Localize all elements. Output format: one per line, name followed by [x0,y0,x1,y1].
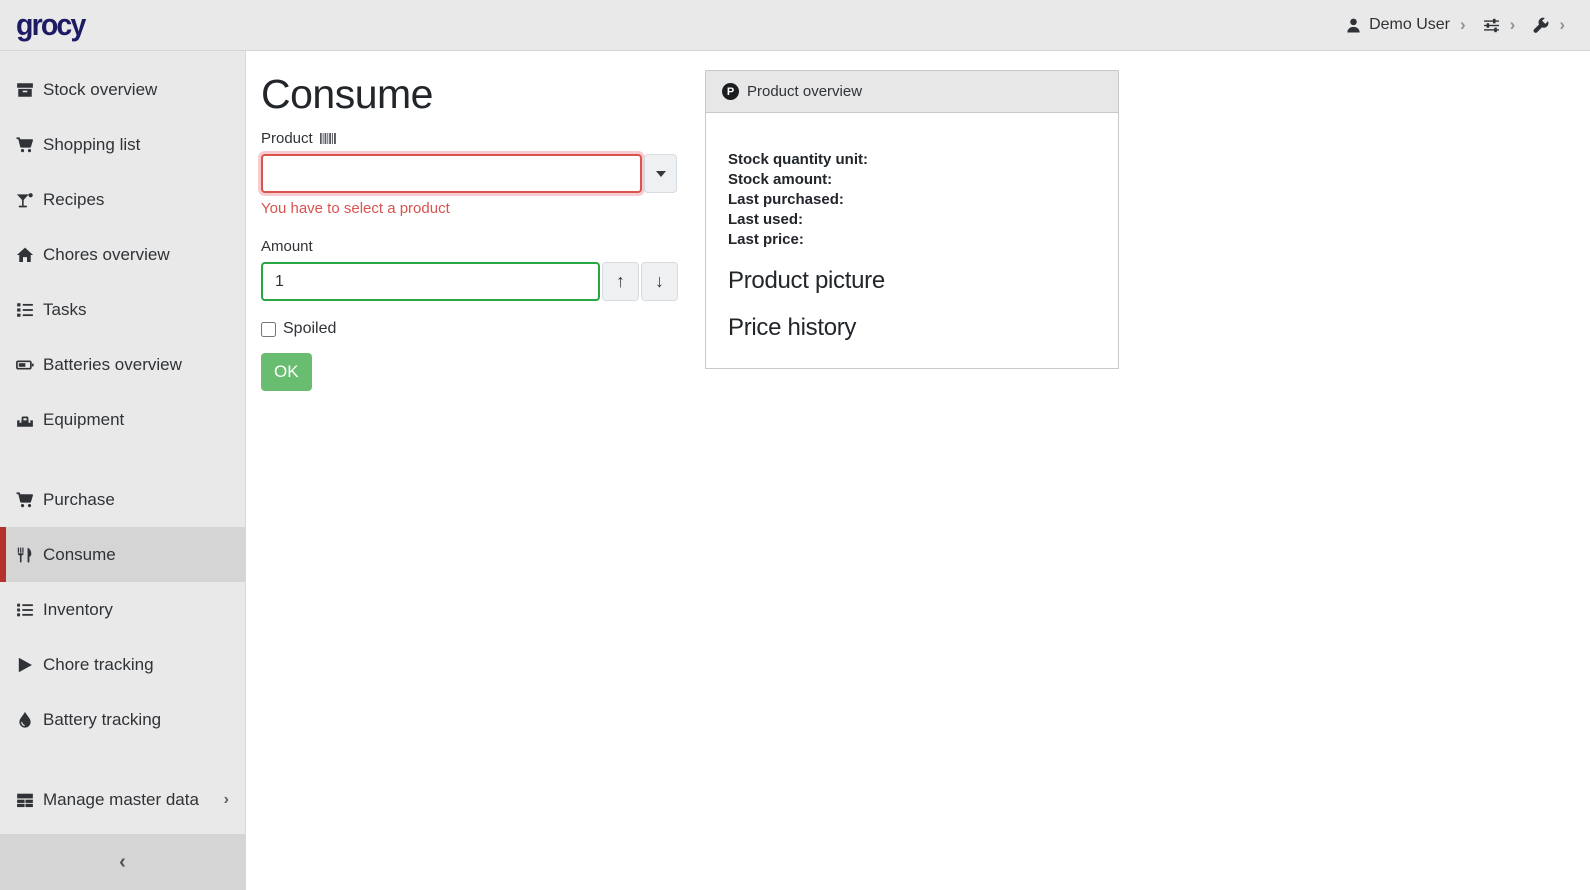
product-picture-heading: Product picture [728,267,1096,295]
sidebar-item-equipment[interactable]: Equipment [0,392,245,447]
sidebar-item-inventory[interactable]: Inventory [0,582,245,637]
product-overview-title: Product overview [747,83,862,100]
sidebar-item-label: Stock overview [43,80,157,100]
main-content: Consume Product You have to select a pro… [247,51,1590,890]
sidebar-nav: Stock overview Shopping list Recipes Cho… [0,51,245,827]
product-field-label: Product [261,130,677,147]
sidebar-item-chore-tracking[interactable]: Chore tracking [0,637,245,692]
battery-icon [16,356,34,374]
last-purchased-label: Last purchased: [728,190,1096,210]
top-bar-menu: Demo User › › › [1345,15,1568,35]
sidebar-item-batteries-overview[interactable]: Batteries overview [0,337,245,392]
app-logo[interactable]: grocy [16,7,84,43]
sidebar-collapse-button[interactable]: ‹ [0,834,245,890]
product-overview-body: Stock quantity unit: Stock amount: Last … [706,113,1118,368]
tasks-icon [16,301,34,319]
amount-input[interactable] [261,262,600,301]
spoiled-label: Spoiled [283,320,336,338]
amount-field: Amount ↑ ↓ [261,238,677,301]
utensils-icon [16,546,34,564]
amount-increment-button[interactable]: ↑ [602,262,639,301]
sidebar-item-label: Battery tracking [43,710,161,730]
product-input[interactable] [261,154,642,193]
sidebar-item-label: Manage master data [43,790,199,810]
sidebar-item-label: Consume [43,545,116,565]
stock-amount-label: Stock amount: [728,170,1096,190]
user-menu[interactable]: Demo User › [1345,15,1469,35]
spoiled-checkbox[interactable] [261,322,276,337]
home-icon [16,246,34,264]
wrench-icon [1532,17,1549,34]
sidebar-item-label: Equipment [43,410,124,430]
list-icon [16,601,34,619]
product-circle-icon: P [722,83,739,100]
sidebar-item-shopping-list[interactable]: Shopping list [0,117,245,172]
sidebar-item-chores-overview[interactable]: Chores overview [0,227,245,282]
toolbox-icon [16,411,34,429]
sidebar-item-manage-master-data[interactable]: Manage master data › [0,772,245,827]
sidebar: Stock overview Shopping list Recipes Cho… [0,51,246,890]
amount-field-label: Amount [261,238,677,255]
chevron-right-icon: › [1507,15,1519,35]
caret-down-icon [656,171,666,177]
chevron-right-icon: › [1556,15,1568,35]
sidebar-item-label: Recipes [43,190,104,210]
arrow-up-icon: ↑ [616,271,625,292]
barcode-icon[interactable] [320,131,341,146]
product-overview-card: P Product overview Stock quantity unit: … [705,70,1119,369]
amount-label-text: Amount [261,238,313,255]
last-price-label: Last price: [728,230,1096,250]
sidebar-item-battery-tracking[interactable]: Battery tracking [0,692,245,747]
settings-menu[interactable]: › [1483,15,1519,35]
admin-menu[interactable]: › [1532,15,1568,35]
chevron-right-icon: › [224,791,229,809]
cart-icon [16,136,34,154]
sidebar-item-tasks[interactable]: Tasks [0,282,245,337]
ok-button[interactable]: OK [261,353,312,391]
top-bar: grocy Demo User › › › [0,0,1590,51]
price-history-heading: Price history [728,314,1096,342]
stock-quantity-unit-label: Stock quantity unit: [728,150,1096,170]
sidebar-item-recipes[interactable]: Recipes [0,172,245,227]
sidebar-item-label: Chores overview [43,245,170,265]
user-name: Demo User [1369,16,1450,34]
sidebar-item-purchase[interactable]: Purchase [0,472,245,527]
arrow-down-icon: ↓ [655,271,664,292]
user-icon [1345,17,1362,34]
cocktail-icon [16,191,34,209]
product-input-group [261,154,677,193]
sidebar-group-gap [0,747,245,772]
product-error-message: You have to select a product [261,200,677,217]
sidebar-item-stock-overview[interactable]: Stock overview [0,62,245,117]
last-used-label: Last used: [728,210,1096,230]
chevron-left-icon: ‹ [119,851,126,874]
amount-input-group: ↑ ↓ [261,262,677,301]
sidebar-item-label: Inventory [43,600,113,620]
drop-icon [16,711,34,729]
sidebar-item-label: Shopping list [43,135,140,155]
product-overview-header: P Product overview [706,71,1118,113]
spoiled-field: Spoiled [261,320,677,338]
sidebar-item-label: Batteries overview [43,355,182,375]
sidebar-item-label: Tasks [43,300,86,320]
box-icon [16,81,34,99]
sidebar-item-label: Chore tracking [43,655,154,675]
consume-form: Product You have to select a product Amo… [261,130,677,391]
cart-icon [16,491,34,509]
table-icon [16,791,34,809]
chevron-right-icon: › [1457,15,1469,35]
product-label-text: Product [261,130,313,147]
sidebar-item-label: Purchase [43,490,115,510]
amount-decrement-button[interactable]: ↓ [641,262,678,301]
product-dropdown-button[interactable] [644,154,677,193]
play-icon [16,656,34,674]
sliders-icon [1483,17,1500,34]
sidebar-item-consume[interactable]: Consume [0,527,245,582]
sidebar-group-gap [0,447,245,472]
